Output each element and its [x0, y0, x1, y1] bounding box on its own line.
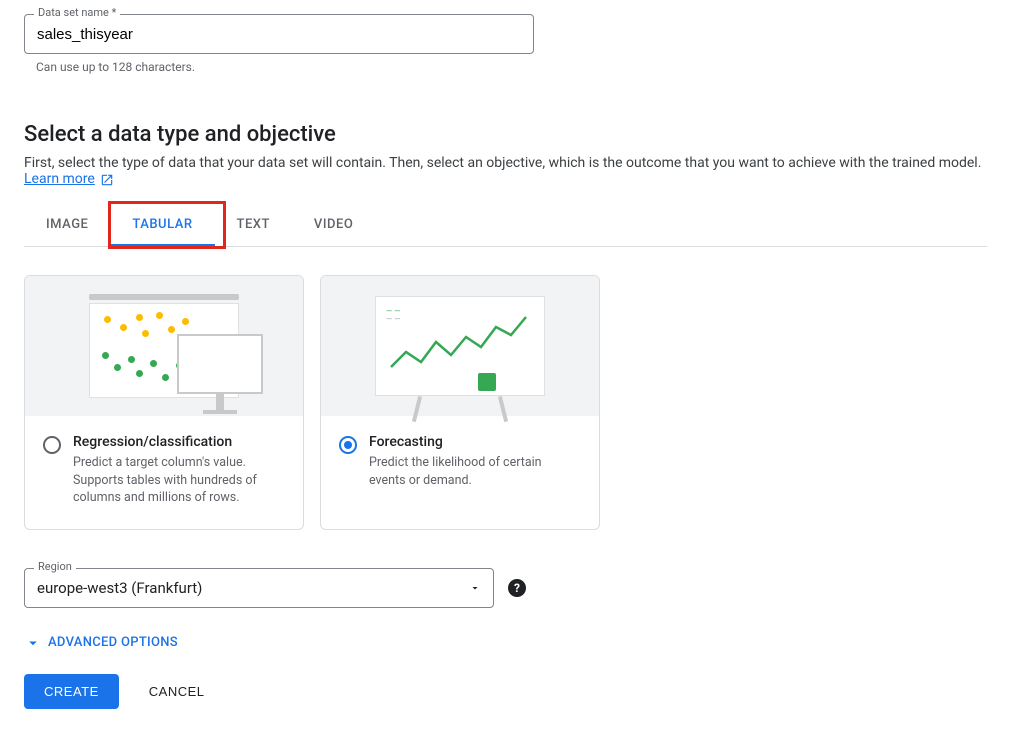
tab-video[interactable]: VIDEO — [292, 205, 375, 246]
section-title: Select a data type and objective — [24, 122, 987, 147]
regression-radio[interactable] — [43, 436, 61, 454]
region-value: europe-west3 (Frankfurt) — [37, 579, 202, 597]
dropdown-icon — [469, 582, 481, 594]
forecasting-desc: Predict the likelihood of certain events… — [369, 454, 581, 489]
card-forecasting[interactable]: — — — — Forecasting Predict the likeliho… — [320, 275, 600, 530]
cancel-button[interactable]: CANCEL — [143, 683, 211, 700]
forecasting-radio[interactable] — [339, 436, 357, 454]
forecasting-thumbnail: — — — — — [321, 276, 599, 416]
regression-thumbnail — [25, 276, 303, 416]
forecasting-line-icon — [376, 297, 546, 397]
advanced-options-toggle[interactable]: ADVANCED OPTIONS — [24, 634, 987, 652]
create-button[interactable]: CREATE — [24, 674, 119, 709]
data-type-tabs: IMAGE TABULAR TEXT VIDEO — [24, 205, 987, 247]
dataset-name-input[interactable] — [24, 14, 534, 54]
region-help-icon[interactable]: ? — [508, 579, 526, 597]
dataset-name-helper: Can use up to 128 characters. — [36, 60, 987, 74]
section-description-text: First, select the type of data that your… — [24, 155, 981, 171]
dataset-name-field: Data set name * — [24, 14, 987, 54]
card-regression[interactable]: Regression/classification Predict a targ… — [24, 275, 304, 530]
external-link-icon — [100, 173, 114, 187]
tab-tabular[interactable]: TABULAR — [110, 205, 214, 247]
forecasting-title: Forecasting — [369, 434, 581, 450]
tab-image[interactable]: IMAGE — [24, 205, 110, 246]
region-label: Region — [34, 560, 76, 573]
learn-more-link[interactable]: Learn more — [24, 171, 95, 187]
region-field: Region europe-west3 (Frankfurt) ? — [24, 568, 987, 608]
tab-text[interactable]: TEXT — [215, 205, 292, 246]
section-description: First, select the type of data that your… — [24, 155, 987, 187]
regression-desc: Predict a target column's value. Support… — [73, 454, 285, 507]
action-buttons: CREATE CANCEL — [24, 674, 987, 709]
chevron-down-icon — [24, 634, 42, 652]
region-select[interactable]: europe-west3 (Frankfurt) — [24, 568, 494, 608]
regression-title: Regression/classification — [73, 434, 285, 450]
dataset-name-label: Data set name * — [34, 6, 120, 19]
objective-cards: Regression/classification Predict a targ… — [24, 275, 987, 530]
advanced-options-label: ADVANCED OPTIONS — [48, 635, 178, 650]
